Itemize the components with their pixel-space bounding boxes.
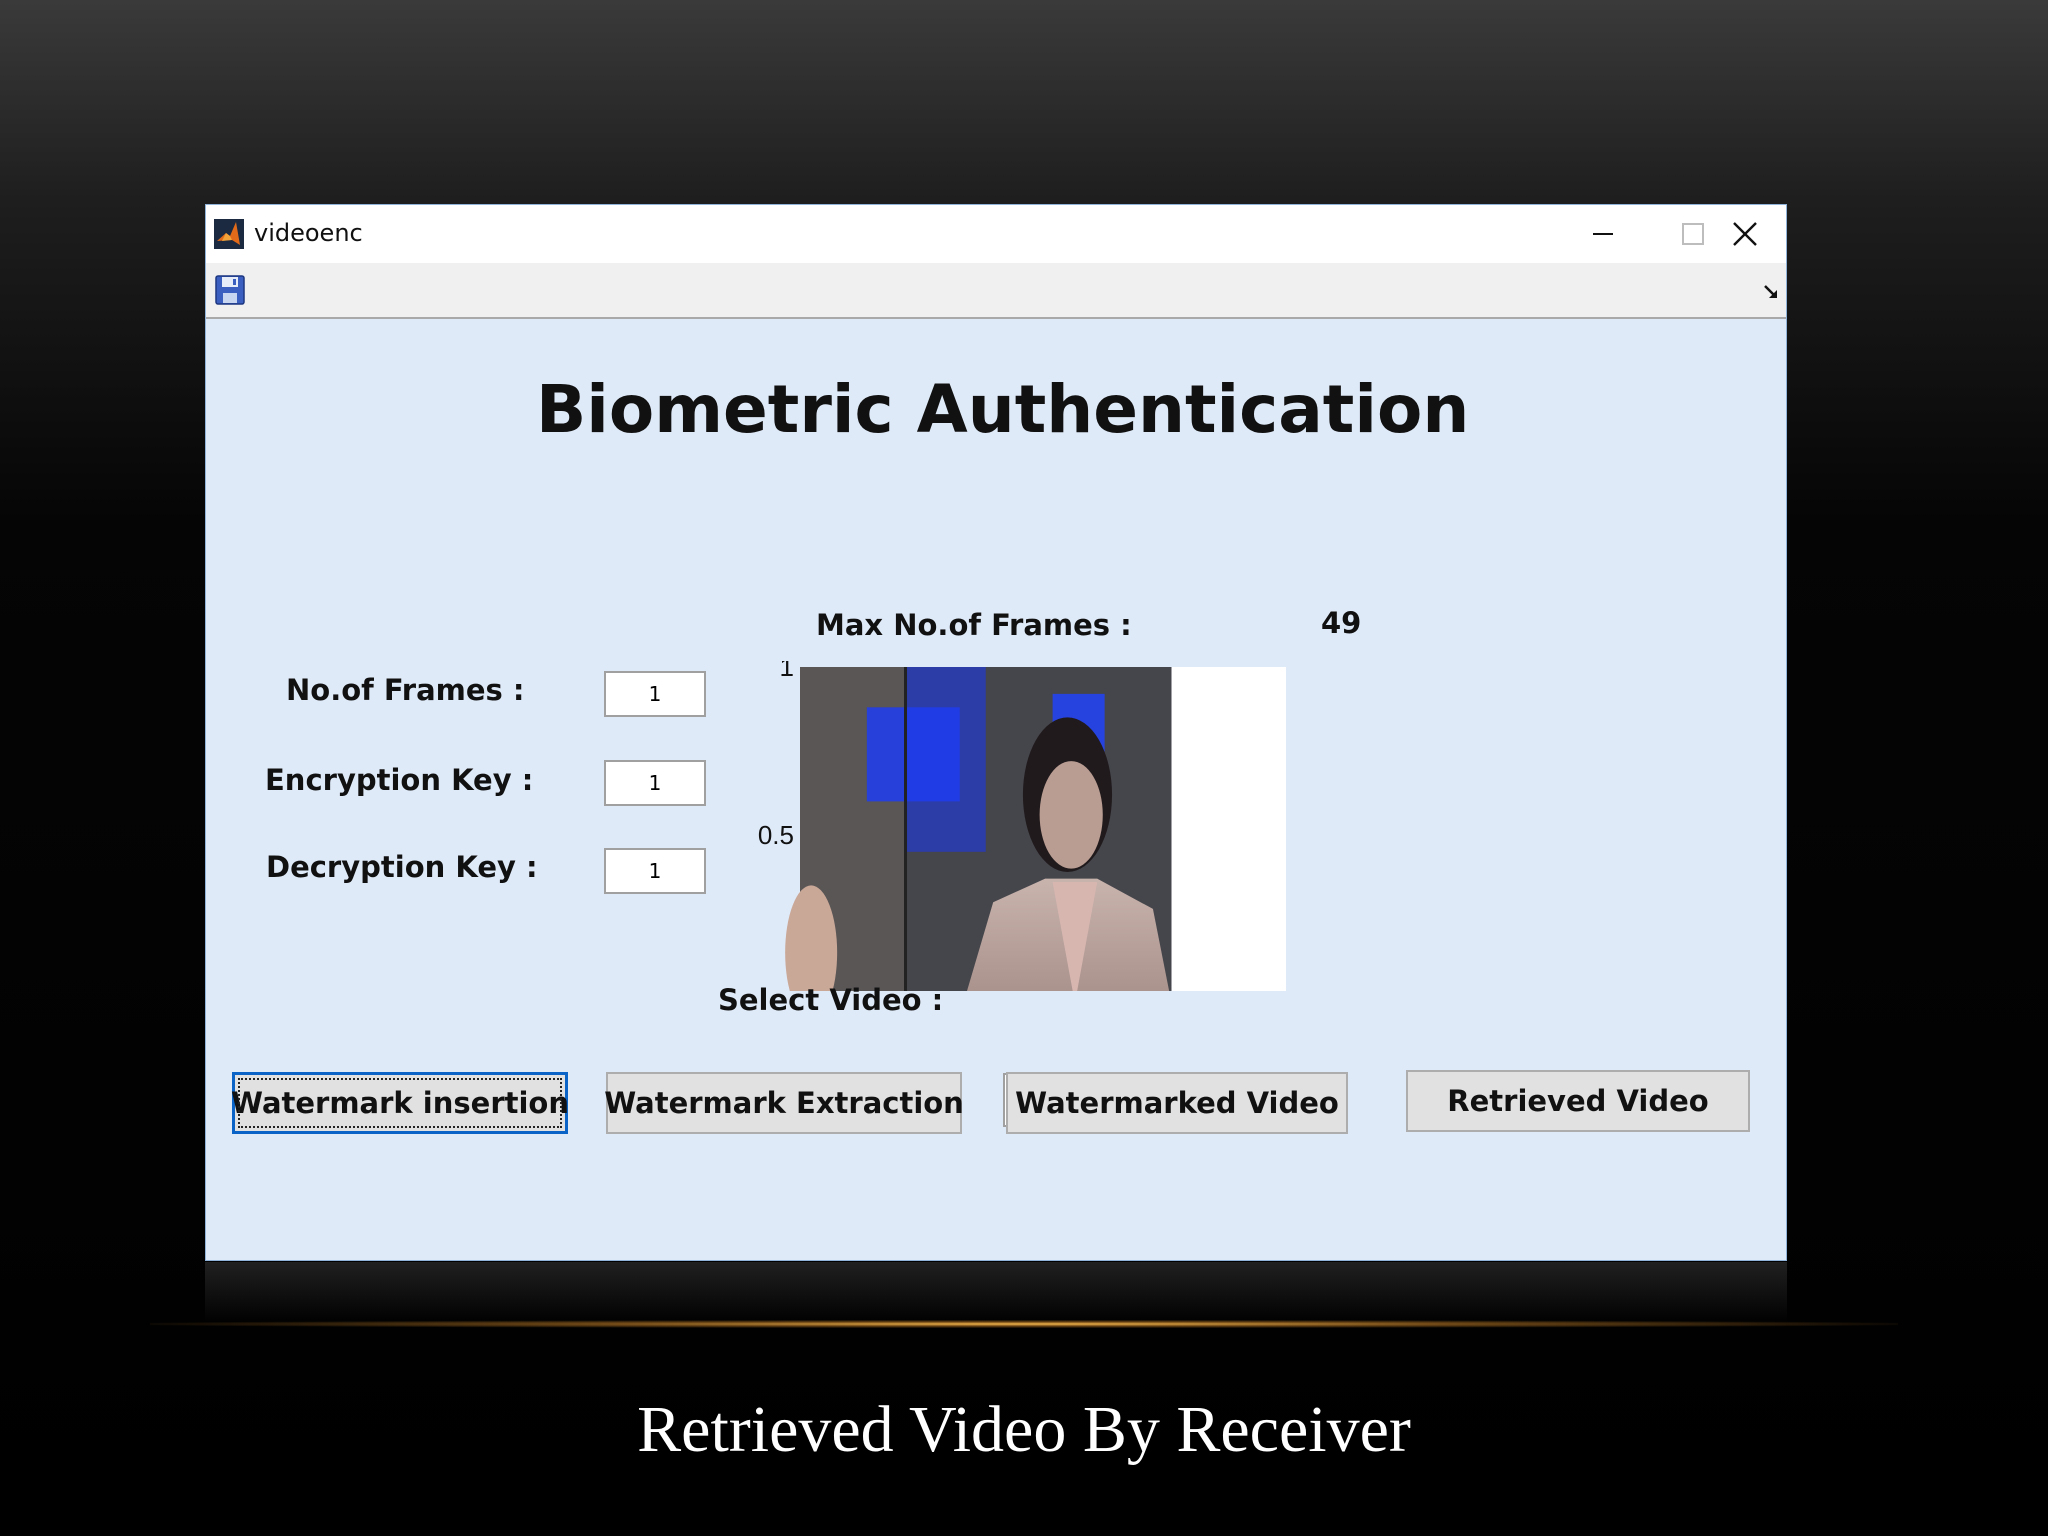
window-title: videoenc bbox=[254, 219, 363, 247]
app-window: videoenc Biometric Authentication Max No… bbox=[205, 204, 1787, 1261]
frame-divider bbox=[904, 667, 908, 991]
maximize-icon bbox=[1682, 223, 1704, 245]
divider-glow bbox=[150, 1320, 1898, 1328]
close-button[interactable] bbox=[1702, 205, 1786, 263]
window-shadow bbox=[205, 1262, 1787, 1322]
watermarked-video-button[interactable]: Watermarked Video bbox=[1006, 1072, 1348, 1134]
watermark-extraction-button[interactable]: Watermark Extraction bbox=[604, 1072, 964, 1134]
figure-panel: Biometric Authentication Max No.of Frame… bbox=[206, 321, 1786, 1260]
minimize-button[interactable] bbox=[1558, 205, 1648, 263]
frames-label: No.of Frames : bbox=[286, 673, 525, 707]
title-bar: videoenc bbox=[206, 205, 1786, 263]
max-frames-value: 49 bbox=[1321, 606, 1362, 640]
encryption-key-input[interactable]: 1 bbox=[604, 760, 706, 806]
y-tick-label: 1 bbox=[780, 661, 794, 682]
frame-face bbox=[1039, 761, 1103, 869]
watermark-insertion-button[interactable]: Watermark insertion bbox=[231, 1072, 569, 1134]
save-icon[interactable] bbox=[215, 275, 245, 305]
select-video-label: Select Video : bbox=[718, 983, 944, 1017]
decryption-key-input[interactable]: 1 bbox=[604, 848, 706, 894]
y-tick-label: 0.5 bbox=[758, 820, 794, 850]
toolbar bbox=[206, 263, 1786, 319]
matlab-logo-icon bbox=[214, 219, 244, 249]
slide-caption: Retrieved Video By Receiver bbox=[637, 1393, 1411, 1466]
video-axes: 00.20.40.60.81 00.51 bbox=[758, 661, 1286, 991]
retrieved-video-button[interactable]: Retrieved Video bbox=[1406, 1070, 1750, 1132]
dock-arrow-icon[interactable] bbox=[1762, 283, 1780, 301]
frames-input[interactable]: 1 bbox=[604, 671, 706, 717]
encryption-key-label: Encryption Key : bbox=[265, 763, 534, 797]
video-frame-image bbox=[785, 667, 1172, 991]
minimize-icon bbox=[1593, 233, 1613, 235]
close-icon bbox=[1733, 222, 1757, 246]
page-title: Biometric Authentication bbox=[536, 371, 1470, 448]
frame-blue-block-2 bbox=[866, 707, 960, 802]
max-frames-label: Max No.of Frames : bbox=[816, 608, 1132, 642]
decryption-key-label: Decryption Key : bbox=[266, 850, 538, 884]
